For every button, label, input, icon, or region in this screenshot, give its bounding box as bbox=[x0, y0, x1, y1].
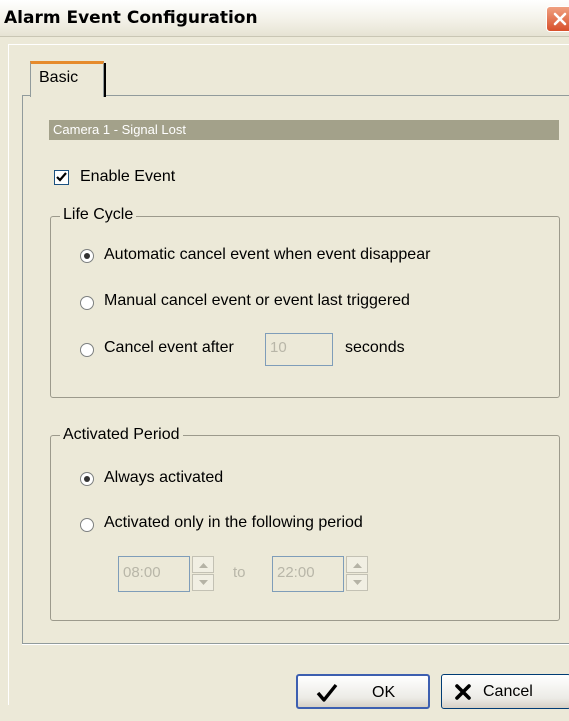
start-time-value: 08:00 bbox=[123, 564, 161, 581]
window-title: Alarm Event Configuration bbox=[4, 8, 258, 28]
end-time-spinner[interactable] bbox=[346, 556, 368, 592]
life-cycle-legend: Life Cycle bbox=[60, 206, 137, 224]
end-time-input[interactable]: 22:00 bbox=[272, 556, 344, 592]
cancel-seconds-value: 10 bbox=[270, 339, 287, 356]
cancel-label: Cancel bbox=[483, 683, 533, 700]
ok-button[interactable]: OK bbox=[296, 674, 430, 709]
start-time-input[interactable]: 08:00 bbox=[118, 556, 190, 592]
auto-cancel-label[interactable]: Automatic cancel event when event disapp… bbox=[104, 246, 430, 264]
close-icon bbox=[553, 12, 567, 26]
arrow-up-icon bbox=[199, 563, 208, 568]
cancel-after-label[interactable]: Cancel event after bbox=[104, 339, 234, 357]
activated-period-legend: Activated Period bbox=[60, 426, 183, 444]
manual-cancel-label[interactable]: Manual cancel event or event last trigge… bbox=[104, 292, 410, 310]
end-time-value: 22:00 bbox=[277, 564, 315, 581]
arrow-down-icon bbox=[353, 580, 362, 585]
start-time-down-button[interactable] bbox=[192, 574, 214, 591]
end-time-up-button[interactable] bbox=[346, 556, 368, 573]
ok-label: OK bbox=[372, 684, 396, 701]
seconds-label: seconds bbox=[345, 339, 405, 356]
to-label: to bbox=[233, 564, 246, 581]
tab-shadow bbox=[104, 63, 106, 97]
start-time-spinner[interactable] bbox=[192, 556, 214, 592]
cancel-button[interactable]: Cancel bbox=[441, 674, 569, 709]
arrow-up-icon bbox=[353, 563, 362, 568]
camera-event-label: Camera 1 - Signal Lost bbox=[53, 122, 186, 137]
radio-cancel-after[interactable] bbox=[80, 343, 94, 357]
end-time-down-button[interactable] bbox=[346, 574, 368, 591]
period-activated-label[interactable]: Activated only in the following period bbox=[104, 514, 363, 532]
radio-manual-cancel[interactable] bbox=[80, 296, 94, 310]
tab-basic-label: Basic bbox=[39, 69, 79, 86]
radio-period-activated[interactable] bbox=[80, 518, 94, 532]
close-button[interactable] bbox=[546, 6, 569, 32]
radio-always-activated[interactable] bbox=[80, 472, 94, 486]
cross-icon bbox=[455, 684, 471, 700]
radio-auto-cancel[interactable] bbox=[80, 249, 94, 263]
enable-event-label[interactable]: Enable Event bbox=[80, 168, 175, 186]
always-activated-label[interactable]: Always activated bbox=[104, 469, 223, 487]
start-time-up-button[interactable] bbox=[192, 556, 214, 573]
panel-divider bbox=[22, 644, 569, 645]
camera-event-header: Camera 1 - Signal Lost bbox=[49, 120, 559, 140]
title-bar: Alarm Event Configuration bbox=[0, 0, 569, 37]
enable-event-checkbox[interactable] bbox=[54, 170, 69, 185]
checkmark-icon bbox=[56, 172, 67, 182]
tab-basic[interactable]: Basic bbox=[30, 61, 106, 97]
checkmark-icon bbox=[316, 683, 338, 702]
cancel-seconds-input[interactable]: 10 bbox=[265, 333, 333, 366]
arrow-down-icon bbox=[199, 580, 208, 585]
